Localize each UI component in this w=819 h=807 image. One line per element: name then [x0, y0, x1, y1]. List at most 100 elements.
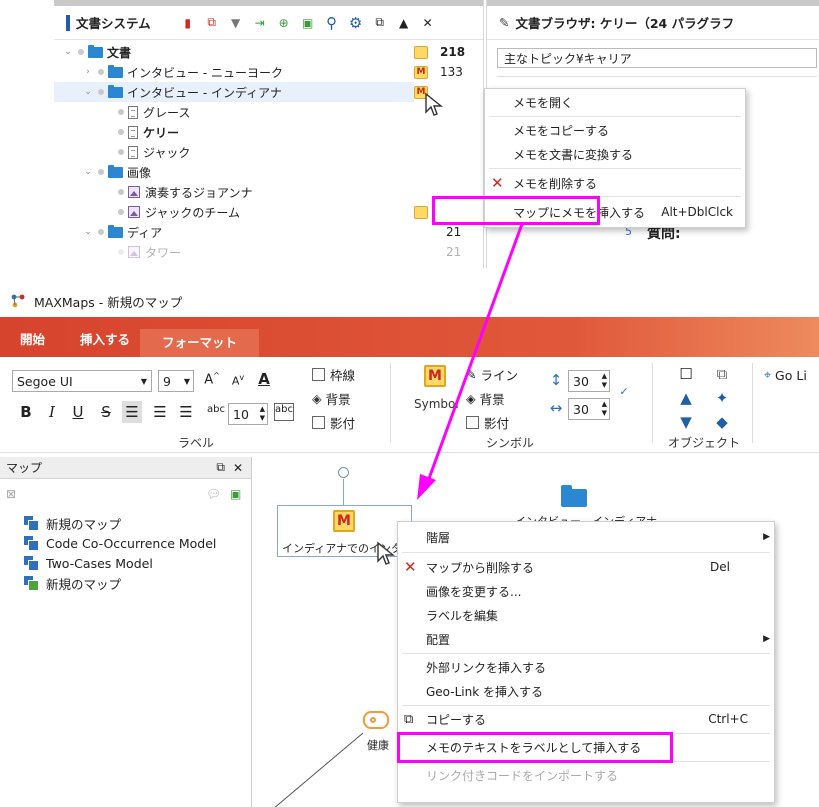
- height-icon: ↕: [549, 371, 563, 389]
- label-size-stepper[interactable]: 10 ▲ ▼: [228, 403, 268, 425]
- comment-icon[interactable]: 💬︎: [206, 487, 221, 501]
- shape-icon[interactable]: ☐: [676, 365, 696, 383]
- font-size-select[interactable]: 9 ▼: [158, 370, 194, 392]
- tree-item-jack-team[interactable]: ジャックのチーム: [54, 202, 414, 222]
- symbol-shadow-checkbox[interactable]: [466, 416, 479, 429]
- font-name-select[interactable]: Segoe UI ▼: [12, 370, 152, 392]
- menu-item-edit-label[interactable]: ラベルを編集: [398, 604, 774, 626]
- tree-item-joanna[interactable]: 演奏するジョアンナ: [54, 182, 414, 202]
- shrink-font-icon[interactable]: Av: [228, 373, 248, 388]
- bring-forward-icon[interactable]: ▲: [676, 389, 696, 407]
- tree-item-images[interactable]: ⌄ 画像: [54, 162, 414, 182]
- shadow-button[interactable]: 影付: [312, 413, 355, 432]
- menu-item-remove-from-map[interactable]: ✕ マップから削除する Del: [398, 556, 774, 578]
- lock-ratio-icon[interactable]: ✓: [614, 385, 634, 398]
- folder-node[interactable]: [561, 485, 587, 507]
- layers-icon[interactable]: ◆: [712, 413, 732, 431]
- code-node-icon[interactable]: [363, 711, 389, 729]
- memo-icon[interactable]: [414, 205, 428, 219]
- italic-icon[interactable]: I: [42, 403, 62, 421]
- add-folder-icon[interactable]: ▣: [299, 14, 317, 32]
- tree-item-label: ジャックのチーム: [145, 205, 241, 220]
- menu-item-geo-link[interactable]: Geo-Link を挿入する: [398, 680, 774, 702]
- memo-icon[interactable]: [414, 45, 428, 59]
- add-map-icon[interactable]: ▣: [230, 487, 241, 501]
- collapse-icon[interactable]: ▲: [395, 14, 413, 32]
- menu-item-open-memo[interactable]: メモを開く: [485, 91, 745, 113]
- stepper-arrows-icon[interactable]: ▲ ▼: [260, 405, 265, 423]
- memo-symbol-icon[interactable]: M: [424, 365, 446, 387]
- width-stepper[interactable]: 30 ▲ ▼: [568, 398, 610, 420]
- underline-icon[interactable]: U: [68, 403, 88, 421]
- map-item-new-map[interactable]: 新規のマップ: [24, 513, 121, 533]
- menu-item-label: メモをコピーする: [513, 123, 610, 138]
- menu-item-copy[interactable]: ⧉ コピーする Ctrl+C: [398, 708, 774, 730]
- menu-item-delete-memo[interactable]: ✕ メモを削除する: [485, 172, 745, 194]
- chevron-down-icon[interactable]: ⌄: [62, 47, 74, 57]
- symbol-shadow-button[interactable]: 影付: [466, 413, 509, 432]
- tree-item-interview-newyork[interactable]: › インタビュー - ニューヨーク: [54, 62, 414, 82]
- tree-item-documents[interactable]: ⌄ 文書: [54, 42, 414, 62]
- tree-item-tower[interactable]: タワー: [54, 242, 414, 262]
- line-button[interactable]: ✎ ライン: [466, 365, 518, 384]
- chevron-down-icon[interactable]: ⌄: [82, 227, 94, 237]
- tree-item-kelly[interactable]: ケリー: [54, 122, 414, 142]
- menu-item-hierarchy[interactable]: 階層 ▶: [398, 526, 774, 548]
- menu-item-external-link[interactable]: 外部リンクを挿入する: [398, 656, 774, 678]
- import-icon[interactable]: ⇥: [251, 14, 269, 32]
- filter-icon[interactable]: ▼: [227, 14, 245, 32]
- go-link-button[interactable]: ⌖ Go Li: [764, 367, 807, 383]
- align-right-icon[interactable]: ☰: [176, 403, 196, 421]
- tree-item-grace[interactable]: グレース: [54, 102, 414, 122]
- bold-icon[interactable]: B: [16, 403, 36, 421]
- frame-button[interactable]: 枠線: [312, 365, 355, 384]
- map-item-new-map-active[interactable]: 新規のマップ: [24, 573, 121, 593]
- width-icon: ↔: [549, 399, 563, 417]
- delete-map-icon[interactable]: ⊠: [6, 487, 16, 501]
- chevron-down-icon[interactable]: ⌄: [82, 167, 94, 177]
- shadow-checkbox[interactable]: [312, 416, 325, 429]
- menu-item-copy-memo[interactable]: メモをコピーする: [485, 119, 745, 141]
- align-left-icon[interactable]: ☰: [122, 401, 142, 423]
- height-stepper[interactable]: 30 ▲ ▼: [568, 370, 610, 392]
- tab-format[interactable]: フォーマット: [140, 329, 260, 357]
- copy-format-icon[interactable]: ⧉: [712, 365, 732, 383]
- close-icon[interactable]: ✕: [233, 461, 243, 475]
- gear-icon[interactable]: ⚙: [347, 14, 365, 32]
- close-icon[interactable]: ✕: [419, 14, 437, 32]
- format-painter-icon[interactable]: ✦: [712, 389, 732, 407]
- map-item-two-cases[interactable]: Two-Cases Model: [24, 553, 153, 573]
- stepper-arrows-icon[interactable]: ▲ ▼: [602, 400, 607, 418]
- topic-field[interactable]: 主なトピック¥キャリア: [497, 48, 817, 68]
- tab-insert[interactable]: 挿入する: [80, 329, 130, 348]
- new-doc-icon[interactable]: ▮: [179, 14, 197, 32]
- frame-checkbox[interactable]: [312, 368, 325, 381]
- send-backward-icon[interactable]: ▼: [676, 413, 696, 431]
- tree-item-jack[interactable]: ジャック: [54, 142, 414, 162]
- copy-doc-icon[interactable]: ⧉: [203, 14, 221, 32]
- undock-icon[interactable]: ⧉: [216, 460, 225, 475]
- memo-m-icon[interactable]: M: [414, 65, 428, 79]
- chevron-right-icon[interactable]: ›: [82, 67, 94, 77]
- tab-start[interactable]: 開始: [20, 329, 45, 348]
- font-color-icon[interactable]: A: [254, 370, 274, 388]
- map-item-code-cooccurrence[interactable]: Code Co-Occurrence Model: [24, 533, 216, 553]
- tree-item-interview-indiana[interactable]: ⌄ インタビュー - インディアナ: [54, 82, 414, 102]
- grow-font-icon[interactable]: A^: [202, 371, 222, 387]
- undock-icon[interactable]: ⧉: [371, 14, 389, 32]
- strikethrough-icon[interactable]: S: [96, 403, 116, 421]
- symbol-background-button[interactable]: ◈ 背景: [466, 389, 505, 408]
- tree-item-media[interactable]: ⌄ ディア: [54, 222, 414, 242]
- text-box-icon[interactable]: abc: [274, 403, 294, 421]
- stepper-arrows-icon[interactable]: ▲ ▼: [602, 372, 607, 390]
- align-center-icon[interactable]: ☰: [150, 403, 170, 421]
- search-icon[interactable]: ⚲: [323, 14, 341, 32]
- chevron-down-icon[interactable]: ⌄: [82, 87, 94, 97]
- rotate-handle[interactable]: [338, 467, 349, 478]
- add-doc-icon[interactable]: ⊕: [275, 14, 293, 32]
- symbol-label[interactable]: Symbol: [414, 397, 459, 411]
- background-button[interactable]: ◈ 背景: [312, 389, 351, 408]
- menu-item-convert-memo[interactable]: メモを文書に変換する: [485, 143, 745, 165]
- menu-item-arrange[interactable]: 配置 ▶: [398, 628, 774, 650]
- menu-item-change-image[interactable]: 画像を変更する...: [398, 580, 774, 602]
